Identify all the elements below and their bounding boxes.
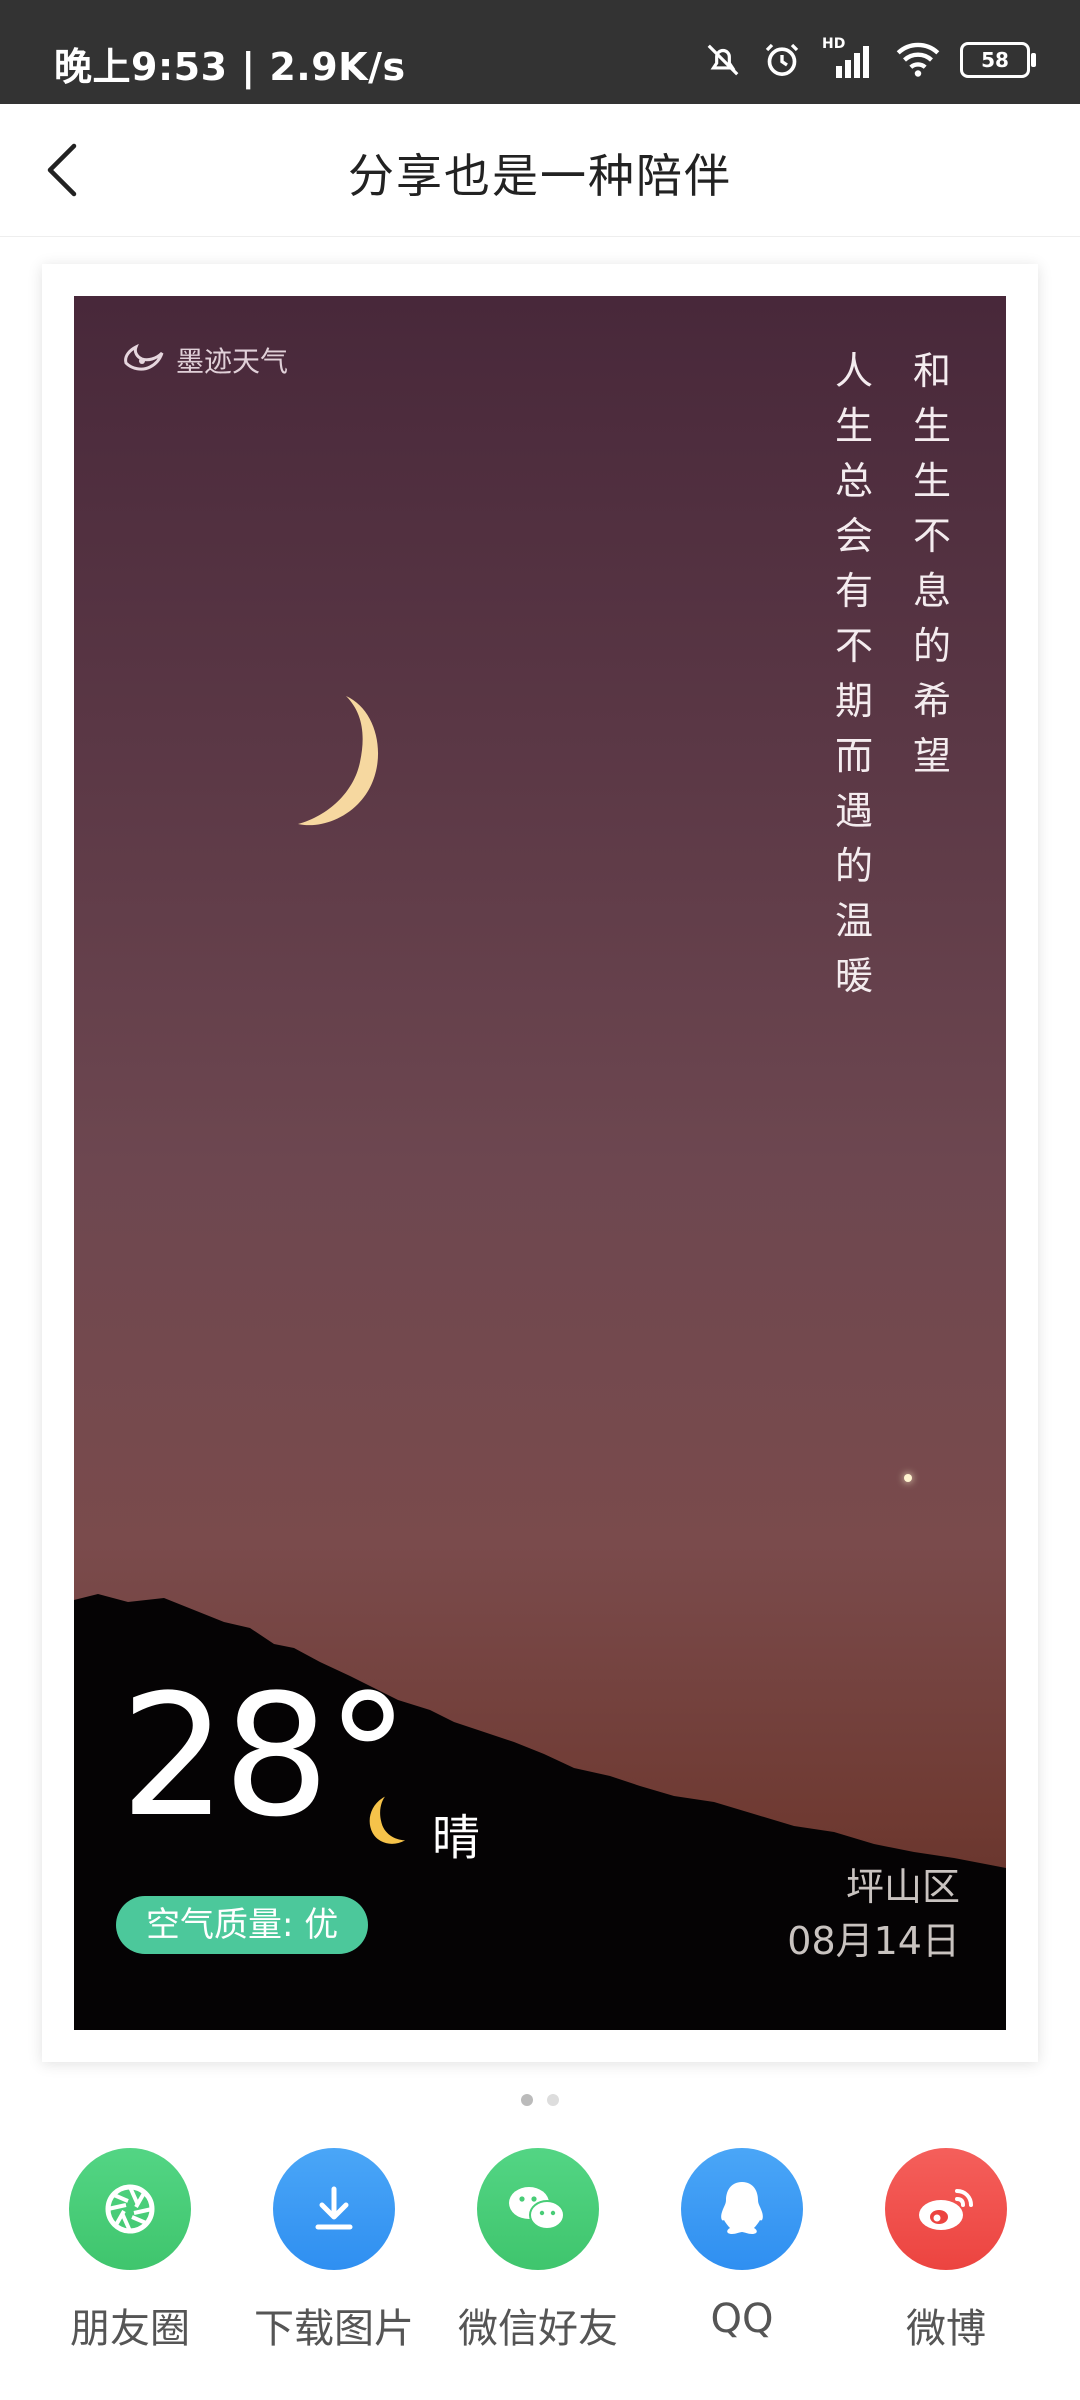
share-label-qq: QQ <box>710 2296 774 2342</box>
status-time-speed: 晚上9:53 | 2.9K/s <box>54 45 406 89</box>
share-label-wechat: 微信好友 <box>458 2306 618 2352</box>
district-name: 坪山区 <box>845 1865 960 1909</box>
download-icon <box>315 2186 353 2230</box>
battery-icon: 58 <box>960 42 1036 78</box>
date-label: 08月14日 <box>787 1919 960 1963</box>
status-icons: HD 58 <box>704 36 1036 82</box>
share-qq-button[interactable]: QQ <box>642 2148 842 2342</box>
share-wechat-button[interactable]: 微信好友 <box>438 2148 638 2354</box>
poem-char: 遇 <box>834 789 873 833</box>
pager-dot-1[interactable] <box>521 2094 533 2106</box>
share-weibo-button[interactable]: 微博 <box>846 2148 1046 2354</box>
wechat-icon <box>509 2187 565 2230</box>
pager-indicator <box>0 2094 1080 2106</box>
page-title: 分享也是一种陪伴 <box>348 149 732 203</box>
poem-char: 而 <box>834 734 873 778</box>
poem-char: 会 <box>834 514 873 558</box>
share-label-moments: 朋友圈 <box>70 2306 190 2352</box>
weather-condition: 晴 <box>432 1810 481 1866</box>
share-circle-weibo <box>885 2148 1007 2270</box>
poem-column-2: 人生总会有不期而遇的温暖 <box>834 344 874 1004</box>
weather-poster-image: 墨迹天气 和生生不息的希望 人生总会有不期而遇的温暖 28° 晴 空气质量: 优… <box>74 296 1006 2030</box>
brand-logo: 墨迹天气 <box>122 340 288 380</box>
poem-char: 不 <box>834 624 873 668</box>
poem-char: 人 <box>834 349 873 393</box>
moments-icon <box>105 2184 155 2234</box>
poem-char: 期 <box>834 679 873 723</box>
poem-char: 息 <box>912 569 951 613</box>
qq-icon <box>721 2182 763 2234</box>
poem-char: 不 <box>912 514 951 558</box>
clear-night-moon-icon <box>369 1796 406 1844</box>
share-moments-button[interactable]: 朋友圈 <box>30 2148 230 2354</box>
poem-char: 希 <box>912 679 951 723</box>
share-circle-download <box>273 2148 395 2270</box>
brand-name: 墨迹天气 <box>176 345 289 378</box>
share-options: 朋友圈 下载图片 微信好友 QQ 微博 <box>0 2148 1080 2368</box>
poem-char: 的 <box>834 844 873 888</box>
poem-char: 有 <box>834 569 873 613</box>
share-circle-wechat <box>477 2148 599 2270</box>
share-circle-moments <box>69 2148 191 2270</box>
planet-dot <box>904 1474 912 1482</box>
top-app-bar: 分享也是一种陪伴 <box>0 104 1080 237</box>
signal-icon: HD <box>822 36 876 80</box>
air-quality-badge: 空气质量: 优 <box>116 1896 369 1954</box>
alarm-icon <box>765 43 799 76</box>
poem-char: 生 <box>912 459 951 503</box>
pager-dot-2[interactable] <box>547 2094 559 2106</box>
poem-char: 望 <box>912 734 951 778</box>
poem-text: 和生生不息的希望 人生总会有不期而遇的温暖 <box>834 344 952 1004</box>
share-label-download: 下载图片 <box>254 2306 414 2352</box>
wifi-icon <box>896 42 940 77</box>
poem-char: 和 <box>912 349 951 393</box>
share-circle-qq <box>681 2148 803 2270</box>
poem-char: 的 <box>912 624 951 668</box>
poem-char: 总 <box>834 459 873 503</box>
poem-char: 生 <box>834 404 873 448</box>
poem-char: 暖 <box>834 954 873 998</box>
weibo-icon <box>919 2189 973 2230</box>
share-label-weibo: 微博 <box>906 2306 986 2352</box>
download-image-button[interactable]: 下载图片 <box>234 2148 434 2354</box>
poem-column-1: 和生生不息的希望 <box>912 344 952 1004</box>
share-card[interactable]: 墨迹天气 和生生不息的希望 人生总会有不期而遇的温暖 28° 晴 空气质量: 优… <box>42 264 1038 2062</box>
status-bar: 晚上9:53 | 2.9K/s HD 58 <box>0 0 1080 104</box>
mute-bell-icon <box>707 44 739 76</box>
crescent-moon <box>298 696 379 826</box>
poem-char: 温 <box>834 899 873 943</box>
poem-char: 生 <box>912 404 951 448</box>
moji-logo-icon <box>124 343 164 371</box>
battery-level: 58 <box>981 48 1009 72</box>
